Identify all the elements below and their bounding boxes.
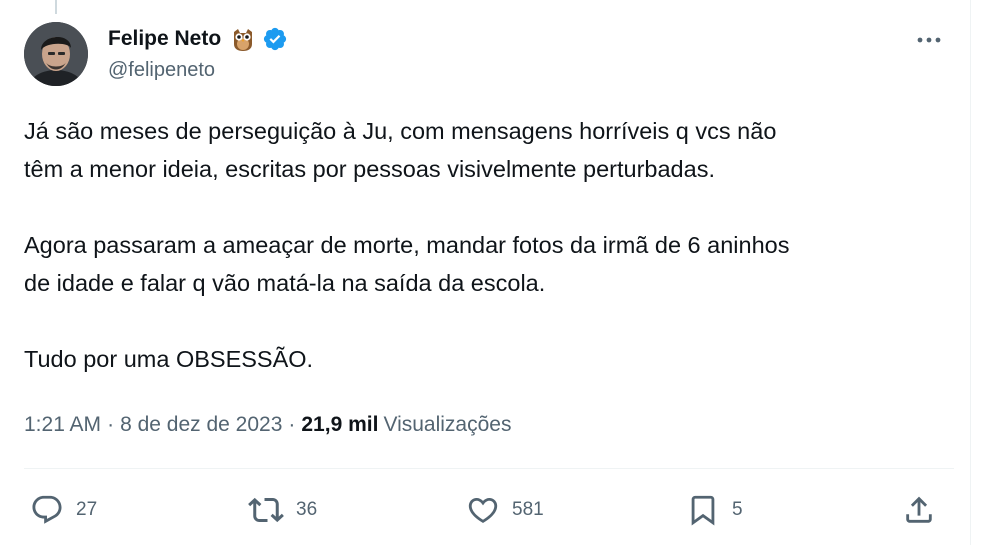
retweet-count: 36 (296, 499, 318, 520)
views-label[interactable]: Visualizações (383, 413, 511, 437)
reply-count: 27 (76, 499, 98, 520)
heart-icon (468, 497, 498, 523)
reply-button[interactable]: 27 (30, 488, 97, 532)
author-display-name[interactable]: Felipe Neto (108, 27, 221, 51)
share-button[interactable] (902, 488, 936, 532)
author-name-row: Felipe Neto (108, 24, 288, 54)
tweet-paragraph: Já são meses de perseguição à Ju, com me… (24, 118, 777, 182)
meta-separator: · (107, 413, 115, 436)
avatar-image (24, 22, 88, 86)
avatar[interactable] (24, 22, 88, 86)
column-border (970, 0, 971, 545)
tweet-metadata: 1:21 AM · 8 de dez de 2023 · 21,9 mil Vi… (24, 410, 511, 440)
meta-separator: · (288, 413, 296, 436)
actions-divider (24, 468, 954, 469)
tweet-text: Já são meses de perseguição à Ju, com me… (24, 112, 954, 378)
tweet-paragraph: Tudo por uma OBSESSÃO. (24, 346, 314, 372)
tweet-action-bar: 27 36 581 5 (0, 488, 984, 532)
share-icon (906, 496, 932, 523)
tweet-paragraph: Agora passaram a ameaçar de morte, manda… (24, 232, 790, 296)
verified-badge-icon[interactable] (262, 26, 288, 52)
retweet-button[interactable]: 36 (248, 488, 317, 532)
owl-emoji-icon (230, 26, 256, 52)
views-count: 21,9 mil (301, 413, 379, 436)
retweet-icon (248, 497, 284, 523)
reply-icon (32, 495, 62, 524)
like-count: 581 (512, 499, 544, 520)
bookmark-count: 5 (732, 499, 743, 520)
more-dots-icon (917, 37, 941, 43)
thread-connector-line (55, 0, 57, 14)
tweet-date[interactable]: 8 de dez de 2023 (120, 413, 282, 437)
bookmark-button[interactable]: 5 (686, 488, 743, 532)
bookmark-icon (691, 495, 715, 526)
tweet-time[interactable]: 1:21 AM (24, 413, 101, 437)
like-button[interactable]: 581 (466, 488, 544, 532)
author-handle[interactable]: @felipeneto (108, 59, 215, 82)
more-options-button[interactable] (911, 24, 947, 56)
